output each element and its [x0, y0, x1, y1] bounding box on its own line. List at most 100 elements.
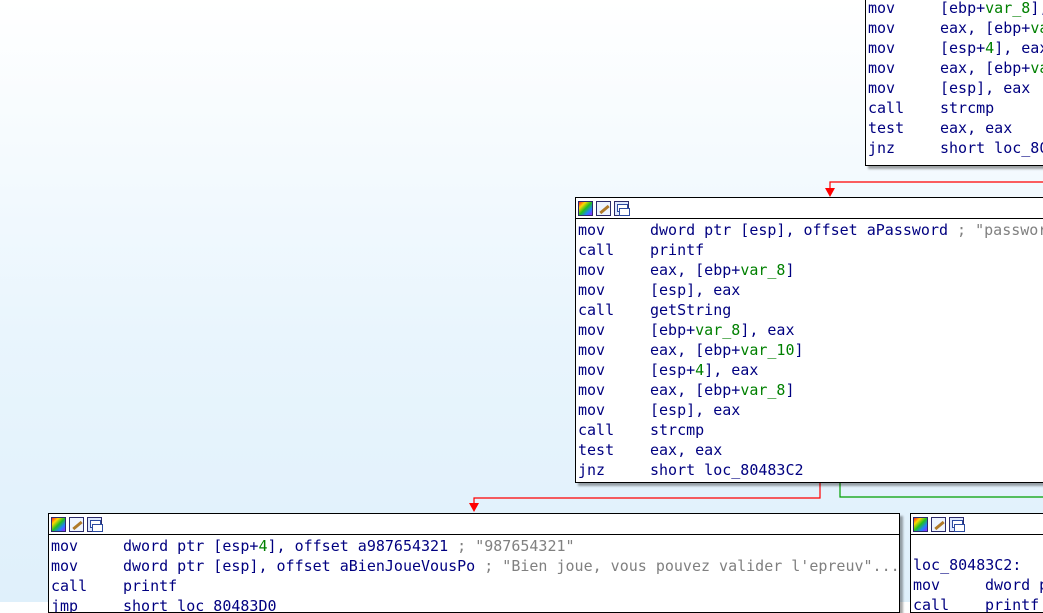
mnemonic: mov: [578, 281, 606, 299]
mnemonic: mov: [868, 39, 896, 57]
instruction-line[interactable]: mov [ebp+var_8],: [866, 0, 1043, 18]
instruction-line[interactable]: mov dword ptr [esp], offset aBienJoueVous…: [49, 556, 899, 576]
mnemonic: mov: [868, 19, 896, 37]
location-label[interactable]: loc_80483C2:: [911, 555, 1043, 575]
color-palette-icon[interactable]: [51, 516, 66, 532]
operand: getString: [650, 301, 732, 319]
code-block-middle[interactable]: mov dword ptr [esp], offset aPassword ; "…: [575, 197, 1043, 483]
instruction-line[interactable]: mov dword ptr [esp+4], offset a987654321 …: [49, 536, 899, 556]
instruction-line[interactable]: test eax, eax: [866, 118, 1043, 138]
mnemonic: mov: [578, 261, 606, 279]
instruction-line[interactable]: call printf: [576, 240, 1043, 260]
instruction-line[interactable]: jmp short loc_80483D0: [49, 596, 899, 612]
operand-variable: va: [1030, 59, 1043, 77]
mnemonic: call: [913, 596, 950, 613]
operand: eax, eax: [650, 441, 723, 459]
operand-variable: va: [1030, 19, 1043, 37]
code-block-top-lines: mov[ebp+var_8],moveax, [ebp+vamov[esp+4]…: [866, 0, 1043, 158]
instruction-line[interactable]: mov dword p: [911, 575, 1043, 595]
instruction-line[interactable]: call printf: [49, 576, 899, 596]
edge-red-top-to-middle: [829, 181, 1043, 192]
edge-green-middle-to-right: [839, 483, 1043, 498]
operand: eax, [ebp+: [940, 59, 1031, 77]
mnemonic: mov: [868, 79, 896, 97]
mnemonic: call: [51, 577, 88, 595]
operand: ], offset a987654321: [267, 537, 449, 555]
mnemonic: call: [868, 99, 905, 117]
operand: printf: [985, 596, 1040, 613]
instruction-line[interactable]: mov eax, [ebp+va: [866, 18, 1043, 38]
mnemonic: test: [868, 119, 905, 137]
operand: [esp], eax: [940, 79, 1031, 97]
operand: short loc_80483C2: [650, 461, 804, 479]
operand: [esp], eax: [650, 281, 741, 299]
group-nodes-icon[interactable]: [949, 516, 965, 532]
instruction-line[interactable]: mov eax, [ebp+var_10]: [576, 340, 1043, 360]
instruction-line[interactable]: mov dword ptr [esp], offset aPassword ; "…: [576, 220, 1043, 240]
operand: ],: [1030, 0, 1043, 17]
operand: eax, [ebp+: [650, 381, 741, 399]
rename-pencil-icon[interactable]: [69, 516, 84, 532]
block-toolbar: [911, 514, 1043, 535]
comment: ; "987654321": [448, 537, 575, 555]
mnemonic: mov: [578, 221, 606, 239]
rename-pencil-icon[interactable]: [931, 516, 946, 532]
instruction-line[interactable]: test eax, eax: [576, 440, 1043, 460]
instruction-line[interactable]: call printf: [911, 595, 1043, 613]
group-nodes-icon[interactable]: [87, 516, 103, 532]
instruction-line[interactable]: mov [esp], eax: [866, 78, 1043, 98]
color-palette-icon[interactable]: [578, 200, 593, 216]
rename-pencil-icon[interactable]: [596, 200, 611, 216]
instruction-line[interactable]: mov [esp+4], eax: [866, 38, 1043, 58]
operand-variable: 4: [695, 361, 705, 379]
mnemonic: mov: [913, 576, 941, 594]
instruction-line[interactable]: mov [ebp+var_8], eax: [576, 320, 1043, 340]
operand: eax, eax: [940, 119, 1013, 137]
instruction-line[interactable]: call strcmp: [866, 98, 1043, 118]
operand-variable: var_10: [740, 341, 795, 359]
instruction-line[interactable]: mov eax, [ebp+var_8]: [576, 380, 1043, 400]
operand: eax, [ebp+: [650, 341, 741, 359]
mnemonic: mov: [51, 557, 79, 575]
mnemonic: mov: [578, 401, 606, 419]
instruction-line[interactable]: mov eax, [ebp+var_8]: [576, 260, 1043, 280]
mnemonic: jnz: [868, 139, 896, 157]
color-palette-icon[interactable]: [913, 516, 928, 532]
group-nodes-icon[interactable]: [614, 200, 630, 216]
operand: eax, [ebp+: [650, 261, 741, 279]
instruction-line[interactable]: call getString: [576, 300, 1043, 320]
mnemonic: test: [578, 441, 615, 459]
operand-variable: var_8: [740, 381, 786, 399]
mnemonic: mov: [51, 537, 79, 555]
operand: ]: [794, 341, 804, 359]
operand: [esp+: [650, 361, 696, 379]
instruction-line[interactable]: jnz short loc_80: [866, 138, 1043, 158]
mnemonic: mov: [578, 341, 606, 359]
code-block-bottom-left[interactable]: mov dword ptr [esp+4], offset a987654321 …: [48, 513, 900, 613]
instruction-line[interactable]: mov [esp+4], eax: [576, 360, 1043, 380]
operand: dword ptr [esp], offset aPassword: [650, 221, 949, 239]
operand: [ebp+: [650, 321, 696, 339]
block-toolbar: [576, 198, 1043, 219]
comment: ; "passwor: [948, 221, 1043, 239]
mnemonic: mov: [578, 381, 606, 399]
instruction-line[interactable]: mov [esp], eax: [576, 400, 1043, 420]
instruction-line[interactable]: call strcmp: [576, 420, 1043, 440]
arrowhead-left: [469, 503, 479, 512]
instruction-line[interactable]: mov eax, [ebp+va: [866, 58, 1043, 78]
mnemonic: jnz: [578, 461, 606, 479]
code-block-top[interactable]: mov[ebp+var_8],moveax, [ebp+vamov[esp+4]…: [865, 0, 1043, 166]
operand: ]: [785, 261, 795, 279]
operand: ], eax: [704, 361, 759, 379]
operand-variable: var_8: [740, 261, 786, 279]
arrowhead-middle: [825, 188, 835, 197]
instruction-line[interactable]: jnz short loc_80483C2: [576, 460, 1043, 480]
code-block-bottom-right[interactable]: loc_80483C2: mov dword p call printf: [910, 513, 1043, 613]
operand: dword p: [985, 576, 1043, 594]
code-block-middle-lines: mov dword ptr [esp], offset aPassword ; "…: [576, 219, 1043, 480]
instruction-line[interactable]: mov [esp], eax: [576, 280, 1043, 300]
operand: [esp+: [940, 39, 986, 57]
code-block-bottom-right-lines: mov dword p call printf: [911, 575, 1043, 613]
mnemonic: mov: [578, 321, 606, 339]
mnemonic: call: [578, 421, 615, 439]
